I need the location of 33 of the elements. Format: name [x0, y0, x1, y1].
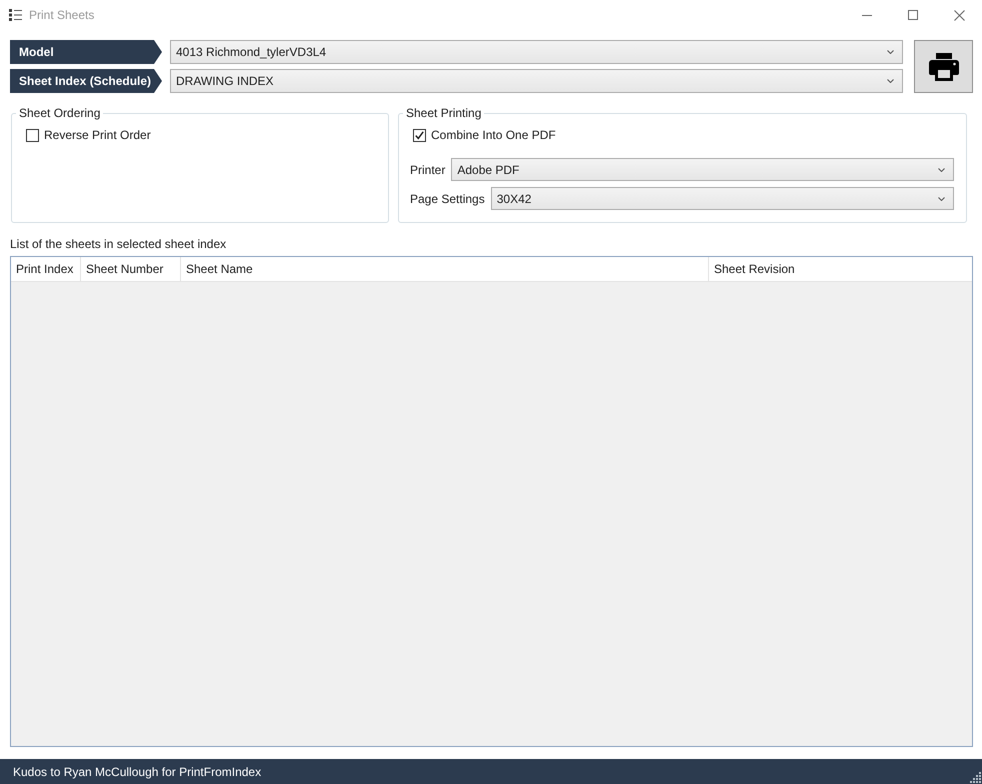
- panel-title: Sheet Ordering: [18, 106, 102, 120]
- chevron-down-icon: [938, 168, 945, 172]
- chevron-down-icon: [938, 196, 945, 200]
- dropdown[interactable]: Adobe PDF: [451, 158, 954, 181]
- minimize-icon: [862, 14, 872, 16]
- chevron-down-icon: [887, 79, 894, 83]
- column-header[interactable]: Print Index: [11, 257, 81, 281]
- field-label: Printer: [410, 162, 446, 176]
- printer-icon: [928, 52, 958, 80]
- checkmark-icon: [415, 130, 424, 140]
- column-header[interactable]: Sheet Name: [181, 257, 709, 281]
- dropdown[interactable]: DRAWING INDEX: [170, 69, 903, 93]
- column-header[interactable]: Sheet Revision: [709, 257, 972, 281]
- list-caption: List of the sheets in selected sheet index: [10, 237, 226, 251]
- resize-grip-icon[interactable]: [970, 772, 981, 783]
- status-text: Kudos to Ryan McCullough for PrintFromIndex: [12, 764, 262, 778]
- chevron-down-icon: [887, 50, 894, 54]
- checkbox-label[interactable]: Combine Into One PDF: [431, 128, 556, 142]
- field-label: Model: [10, 40, 162, 64]
- list-icon: [9, 9, 22, 21]
- field-label: Sheet Index (Schedule): [10, 69, 162, 93]
- checkbox[interactable]: [413, 128, 426, 142]
- maximize-icon: [908, 10, 918, 20]
- panel-title: Sheet Printing: [405, 106, 482, 120]
- print-button[interactable]: [914, 40, 973, 93]
- window-title: Print Sheets: [29, 8, 94, 22]
- dropdown[interactable]: 30X42: [490, 187, 954, 210]
- field-label: Page Settings: [410, 192, 485, 206]
- close-icon: [954, 10, 964, 20]
- checkbox-label[interactable]: Reverse Print Order: [44, 128, 151, 142]
- column-header[interactable]: Sheet Number: [81, 257, 181, 281]
- dropdown[interactable]: 4013 Richmond_tylerVD3L4: [170, 40, 903, 64]
- checkbox[interactable]: [26, 128, 39, 142]
